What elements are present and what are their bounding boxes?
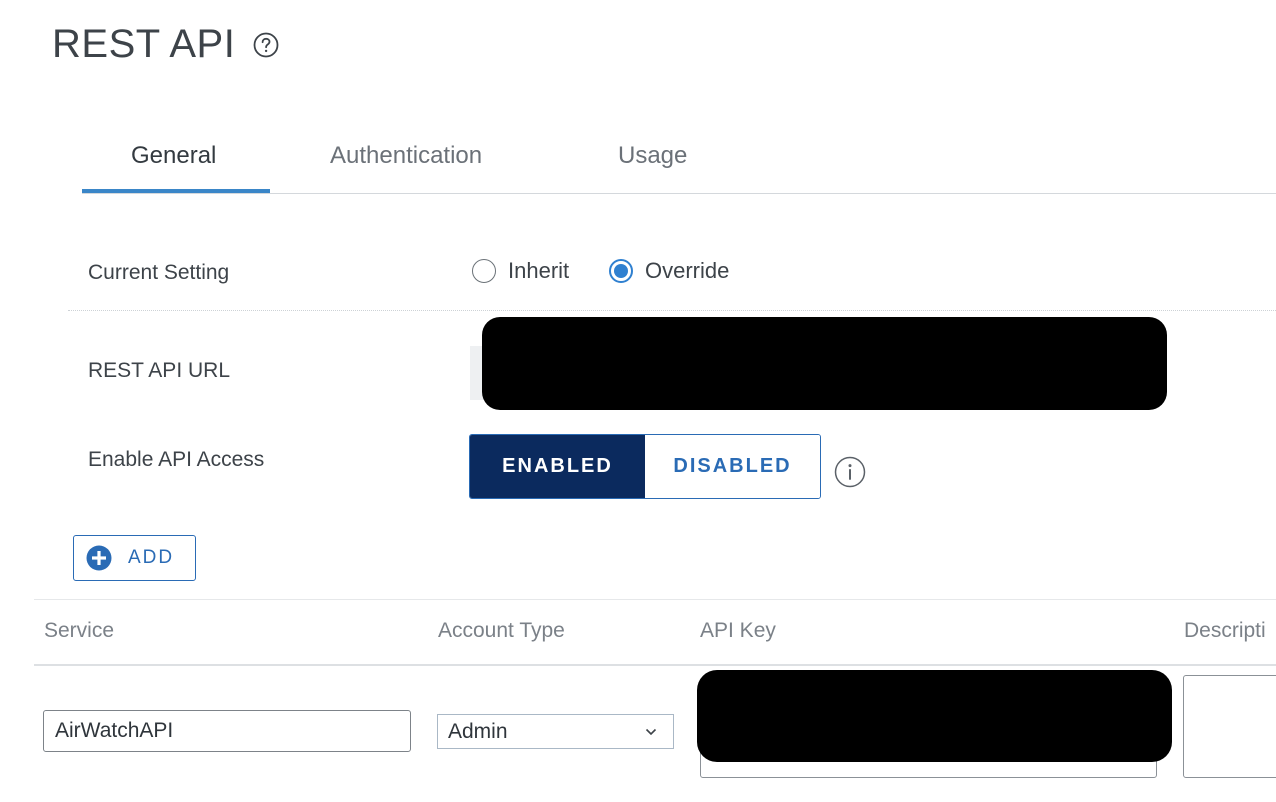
account-type-select[interactable]: Admin xyxy=(437,714,674,749)
tab-usage[interactable]: Usage xyxy=(618,142,687,170)
tab-authentication[interactable]: Authentication xyxy=(330,142,482,170)
add-button-label: ADD xyxy=(128,547,175,568)
row-separator xyxy=(68,310,1276,311)
column-header-description: Descripti xyxy=(1184,619,1266,642)
add-button[interactable]: ADD xyxy=(73,535,196,581)
rest-api-url-label: REST API URL xyxy=(88,359,230,382)
redacted-api-key xyxy=(697,670,1172,762)
radio-inherit[interactable]: Inherit xyxy=(472,258,569,284)
enabled-button[interactable]: ENABLED xyxy=(470,435,645,498)
radio-override-circle[interactable] xyxy=(609,259,633,283)
radio-inherit-label: Inherit xyxy=(508,258,570,283)
info-icon[interactable] xyxy=(834,456,866,488)
current-setting-label: Current Setting xyxy=(88,261,230,284)
disabled-button[interactable]: DISABLED xyxy=(645,435,820,498)
tab-general[interactable]: General xyxy=(131,142,216,170)
page-title: REST API xyxy=(52,22,236,66)
account-type-value: Admin xyxy=(448,719,508,743)
description-field[interactable] xyxy=(1183,675,1276,778)
api-access-toggle: ENABLED DISABLED xyxy=(469,434,821,499)
chevron-down-icon xyxy=(645,728,657,735)
tabs-divider xyxy=(82,193,1276,194)
column-header-api-key: API Key xyxy=(700,619,776,642)
table-header-divider xyxy=(34,664,1276,666)
help-circle-icon[interactable] xyxy=(253,32,279,58)
column-header-account-type: Account Type xyxy=(438,619,565,642)
column-header-service: Service xyxy=(44,619,115,642)
radio-inherit-circle[interactable] xyxy=(472,259,496,283)
active-tab-indicator xyxy=(82,189,270,193)
enable-api-access-label: Enable API Access xyxy=(88,448,265,471)
service-input[interactable] xyxy=(43,710,411,752)
redacted-url xyxy=(482,317,1167,410)
table-top-border xyxy=(34,599,1276,600)
radio-override[interactable]: Override xyxy=(609,258,729,284)
plus-circle-icon xyxy=(86,545,112,571)
radio-override-label: Override xyxy=(645,258,730,283)
page-header: REST API xyxy=(52,22,279,67)
